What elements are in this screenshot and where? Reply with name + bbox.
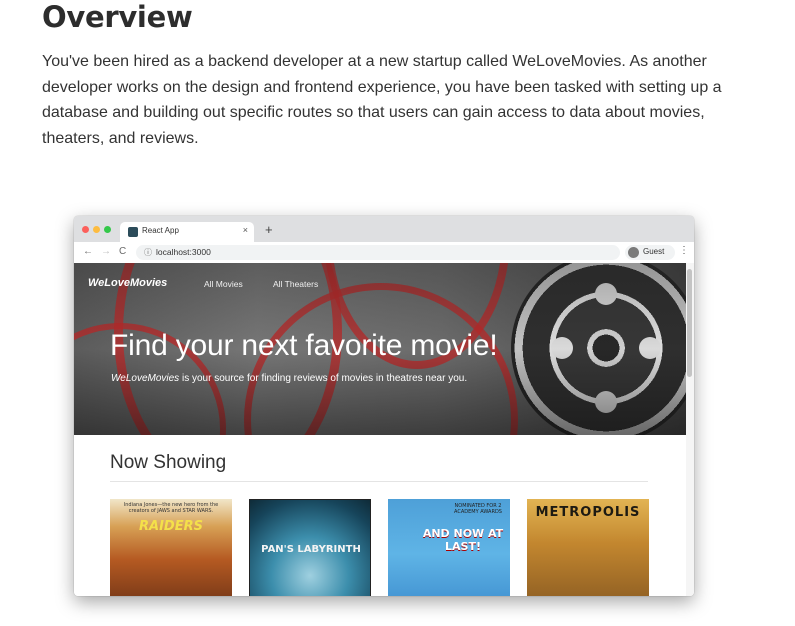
tab-close-icon[interactable]: ×: [243, 225, 248, 235]
browser-screenshot: React App × + ← → C ⓘ localhost:3000 Gue…: [74, 216, 694, 596]
nav-link-all-movies[interactable]: All Movies: [204, 279, 243, 289]
hero-heading: Find your next favorite movie!: [110, 329, 498, 362]
poster-title: AND NOW AT LAST!: [422, 527, 504, 553]
browser-toolbar: ← → C ⓘ localhost:3000 Guest ⋮: [74, 242, 694, 264]
react-favicon-icon: [128, 227, 138, 237]
maximize-window-dot[interactable]: [104, 226, 111, 233]
profile-button[interactable]: Guest: [625, 245, 675, 260]
section-divider: [110, 481, 648, 482]
browser-tab[interactable]: React App ×: [120, 222, 254, 242]
profile-label: Guest: [643, 247, 665, 256]
tab-title: React App: [142, 226, 179, 235]
browser-tab-bar: React App × +: [74, 216, 694, 242]
poster-title: PAN'S LABYRINTH: [261, 544, 361, 555]
hero-subtitle: WeLoveMovies is your source for finding …: [111, 373, 467, 384]
hero-subtitle-brand: WeLoveMovies: [111, 373, 180, 384]
guest-avatar-icon: [628, 247, 639, 258]
new-tab-icon[interactable]: +: [265, 223, 273, 236]
reload-icon[interactable]: C: [119, 245, 126, 259]
poster-title: METROPOLIS: [535, 505, 641, 520]
movie-poster-and-now-at-last[interactable]: NOMINATED FOR 2 ACADEMY AWARDS AND NOW A…: [388, 499, 510, 596]
site-info-icon[interactable]: ⓘ: [144, 247, 152, 258]
movie-poster-pans-labyrinth[interactable]: PAN'S LABYRINTH: [249, 499, 371, 596]
url-text: localhost:3000: [156, 247, 211, 257]
hero-subtitle-text: is your source for finding reviews of mo…: [179, 373, 468, 384]
movie-poster-metropolis[interactable]: METROPOLIS: [527, 499, 649, 596]
nav-link-all-theaters[interactable]: All Theaters: [273, 279, 318, 289]
site-brand-logo[interactable]: WeLoveMovies: [88, 277, 167, 289]
browser-menu-icon[interactable]: ⋮: [679, 245, 689, 256]
back-arrow-icon[interactable]: ←: [83, 245, 93, 259]
poster-title: RAIDERS: [139, 519, 203, 534]
forward-arrow-icon[interactable]: →: [101, 245, 111, 259]
close-window-dot[interactable]: [82, 226, 89, 233]
overview-paragraph: You've been hired as a backend developer…: [42, 53, 722, 147]
poster-tagline: NOMINATED FOR 2 ACADEMY AWARDS: [454, 503, 502, 515]
page-viewport: WeLoveMovies All Movies All Theaters Fin…: [74, 263, 694, 596]
hero-banner: WeLoveMovies All Movies All Theaters Fin…: [74, 263, 686, 435]
page-title: Overview: [42, 0, 193, 34]
poster-tagline: Indiana Jones—the new hero from the crea…: [123, 502, 219, 514]
scrollbar-thumb[interactable]: [687, 269, 692, 377]
movie-poster-raiders[interactable]: Indiana Jones—the new hero from the crea…: [110, 499, 232, 596]
minimize-window-dot[interactable]: [93, 226, 100, 233]
address-bar[interactable]: ⓘ localhost:3000: [136, 245, 620, 260]
now-showing-title: Now Showing: [110, 452, 227, 473]
